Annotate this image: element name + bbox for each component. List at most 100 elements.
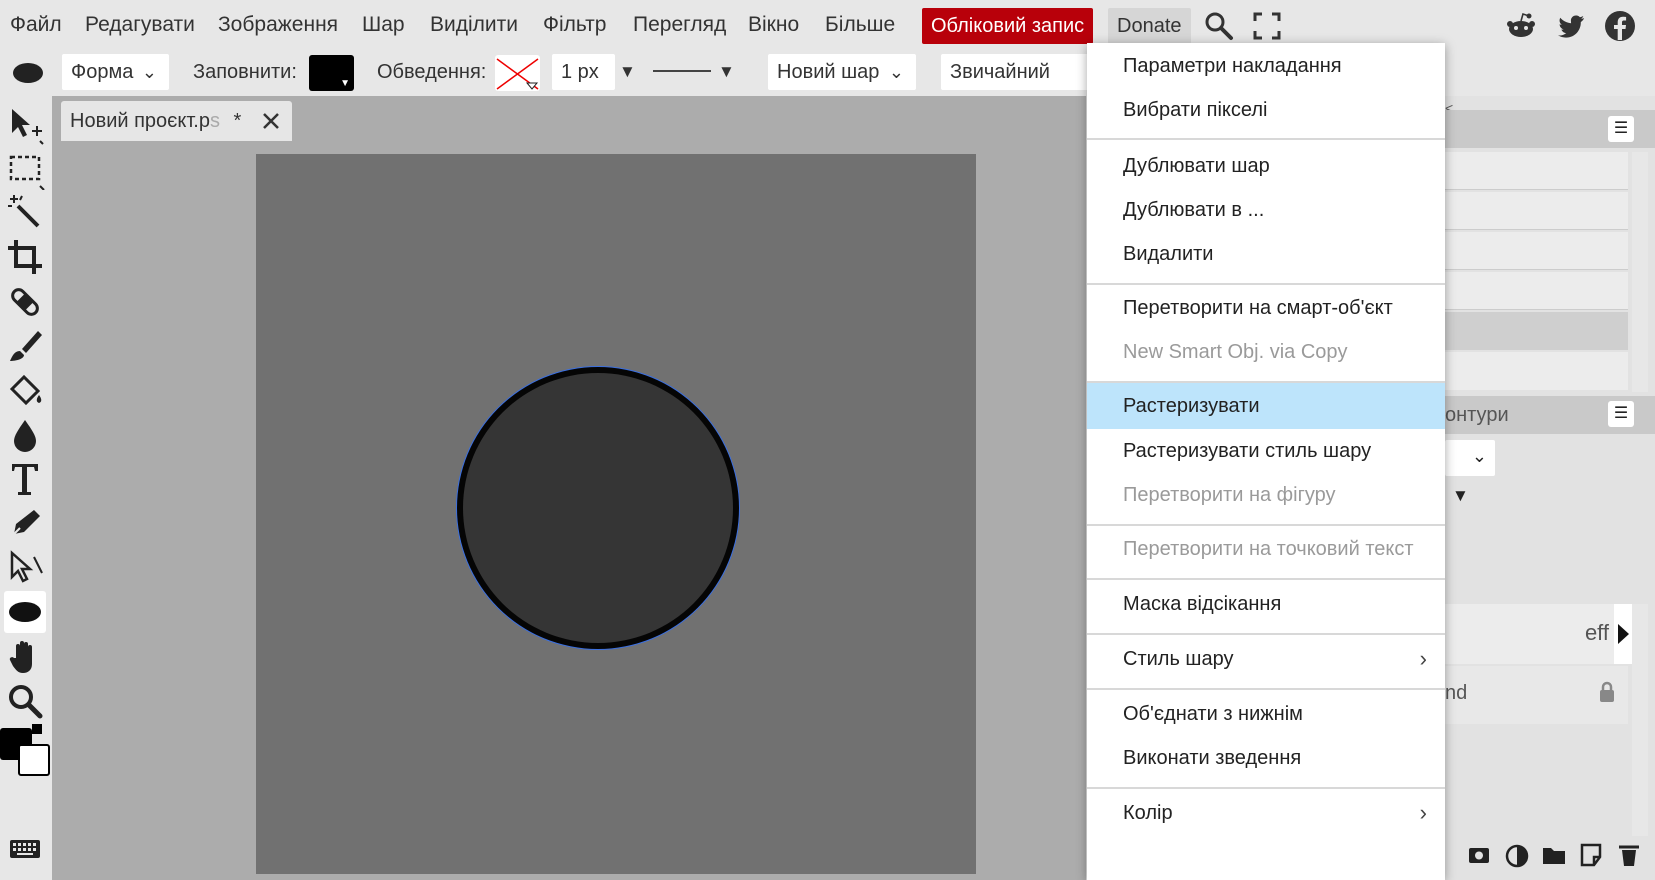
menu-item-layer-style[interactable]: Стиль шару ›: [1087, 636, 1445, 682]
stroke-style-dropdown-icon[interactable]: ▼: [718, 62, 735, 82]
menu-item-label: Растеризувати стиль шару: [1123, 440, 1372, 462]
modified-marker: *: [233, 110, 242, 132]
magic-wand-tool[interactable]: [4, 192, 46, 234]
menu-item-duplicate-into[interactable]: Дублювати в ...: [1087, 187, 1445, 233]
ellipse-tool[interactable]: [4, 591, 46, 633]
history-row[interactable]: [1445, 192, 1628, 230]
fill-color-swatch[interactable]: ▼: [309, 55, 354, 91]
twitter-icon[interactable]: [1555, 10, 1587, 42]
text-tool[interactable]: [4, 458, 46, 500]
menu-edit[interactable]: Редагувати: [85, 13, 195, 37]
fill-tool[interactable]: [4, 369, 46, 411]
menu-item-merge-down[interactable]: Об'єднати з нижнім: [1087, 691, 1445, 737]
healing-tool[interactable]: [4, 281, 46, 323]
default-colors-icon[interactable]: [32, 724, 42, 734]
menu-separator: [1087, 138, 1445, 140]
history-scrollbar[interactable]: [1632, 152, 1648, 392]
new-layer-icon[interactable]: [1579, 842, 1603, 873]
lock-icon: [1598, 680, 1616, 709]
menu-item-color[interactable]: Колір ›: [1087, 790, 1445, 836]
menu-item-label: Перетворити на смарт-об'єкт: [1123, 297, 1393, 319]
folder-icon[interactable]: [1541, 844, 1567, 871]
tools-panel: [0, 96, 52, 880]
menu-filter[interactable]: Фільтр: [543, 13, 606, 37]
marquee-tool[interactable]: [4, 148, 46, 191]
canvas[interactable]: [256, 154, 976, 874]
shape-mode-value: Форма: [71, 61, 134, 83]
magnifier-icon: [9, 685, 43, 719]
close-tab-icon[interactable]: [261, 101, 281, 155]
stroke-color-swatch[interactable]: [495, 55, 540, 91]
text-t-icon: [12, 464, 38, 495]
stroke-width-input[interactable]: 1 px: [552, 54, 615, 90]
menu-item-delete[interactable]: Видалити: [1087, 231, 1445, 277]
menu-item-label: Виконати зведення: [1123, 747, 1302, 769]
blend-select-fragment[interactable]: ⌄: [1445, 440, 1495, 476]
menu-file[interactable]: Файл: [10, 13, 62, 37]
move-tool[interactable]: [4, 103, 46, 145]
menu-item-blending-options[interactable]: Параметри накладання: [1087, 43, 1445, 89]
stroke-width-dropdown-icon[interactable]: ▼: [619, 62, 636, 82]
brush-tool[interactable]: [4, 325, 46, 367]
path-select-arrow-icon: [10, 550, 43, 583]
menu-select[interactable]: Виділити: [430, 13, 518, 37]
menu-item-clipping-mask[interactable]: Маска відсікання: [1087, 581, 1445, 627]
magic-wand-icon: [8, 195, 40, 228]
hand-tool[interactable]: [4, 636, 46, 678]
history-row[interactable]: [1445, 352, 1628, 390]
menu-separator: [1087, 633, 1445, 635]
facebook-icon[interactable]: [1604, 10, 1636, 42]
menu-more[interactable]: Більше: [825, 13, 895, 37]
menu-window[interactable]: Вікно: [748, 13, 799, 37]
history-row[interactable]: [1445, 152, 1628, 190]
keyboard-tool[interactable]: [4, 828, 46, 862]
layer-mode-select[interactable]: Новий шар ⌄: [768, 54, 916, 90]
menu-item-duplicate-layer[interactable]: Дублювати шар: [1087, 143, 1445, 189]
history-row[interactable]: [1445, 272, 1628, 310]
expand-arrow[interactable]: [1614, 604, 1632, 664]
reddit-icon[interactable]: [1505, 10, 1537, 42]
crop-tool[interactable]: [4, 236, 46, 278]
panel-menu-icon[interactable]: ☰: [1608, 401, 1634, 427]
move-arrow-icon: [12, 109, 44, 145]
menu-item-flatten-image[interactable]: Виконати зведення: [1087, 735, 1445, 781]
mask-icon[interactable]: [1467, 844, 1491, 871]
trash-icon[interactable]: [1617, 842, 1641, 873]
blur-tool[interactable]: [4, 414, 46, 456]
layer-row-fx[interactable]: eff: [1445, 604, 1615, 664]
menu-item-label: Маска відсікання: [1123, 593, 1282, 615]
menu-item-convert-to-shape: Перетворити на фігуру: [1087, 472, 1445, 518]
menu-item-select-pixels[interactable]: Вибрати пікселі: [1087, 87, 1445, 133]
panel-menu-icon[interactable]: ☰: [1608, 116, 1634, 142]
menu-item-rasterize[interactable]: Растеризувати: [1087, 383, 1445, 429]
account-button[interactable]: Обліковий запис: [922, 8, 1094, 44]
shape-mode-select[interactable]: Форма ⌄: [62, 54, 169, 90]
search-icon[interactable]: [1203, 10, 1235, 42]
menu-view[interactable]: Перегляд: [633, 13, 726, 37]
zoom-tool[interactable]: [4, 680, 46, 722]
opacity-dropdown-icon[interactable]: ▼: [1452, 486, 1469, 506]
menu-item-rasterize-layer-style[interactable]: Растеризувати стиль шару: [1087, 428, 1445, 474]
donate-button[interactable]: Donate: [1108, 8, 1191, 44]
stroke-style-line[interactable]: [653, 70, 711, 72]
history-row[interactable]: [1445, 232, 1628, 270]
layer-row-background[interactable]: nd: [1445, 666, 1628, 724]
document-tab[interactable]: Новий проєкт.ps *: [61, 101, 292, 141]
menu-layer[interactable]: Шар: [362, 13, 405, 37]
hand-icon: [9, 641, 32, 673]
circle-shape[interactable]: [463, 373, 733, 643]
menu-separator: [1087, 578, 1445, 580]
history-row-selected[interactable]: [1445, 312, 1628, 350]
paths-tab-fragment[interactable]: онтури: [1445, 404, 1509, 427]
adjustment-icon[interactable]: [1505, 844, 1529, 873]
background-color-swatch[interactable]: [18, 744, 50, 776]
menu-image[interactable]: Зображення: [218, 13, 338, 37]
layers-scrollbar[interactable]: [1632, 604, 1648, 836]
menu-item-convert-smart-object[interactable]: Перетворити на смарт-об'єкт: [1087, 285, 1445, 331]
menu-item-convert-to-point-text: Перетворити на точковий текст: [1087, 526, 1445, 572]
pen-tool[interactable]: [4, 502, 46, 544]
menu-separator: [1087, 787, 1445, 789]
caret-down-icon: ▼: [340, 78, 350, 89]
fullscreen-icon[interactable]: [1251, 10, 1283, 42]
path-select-tool[interactable]: [4, 547, 46, 589]
